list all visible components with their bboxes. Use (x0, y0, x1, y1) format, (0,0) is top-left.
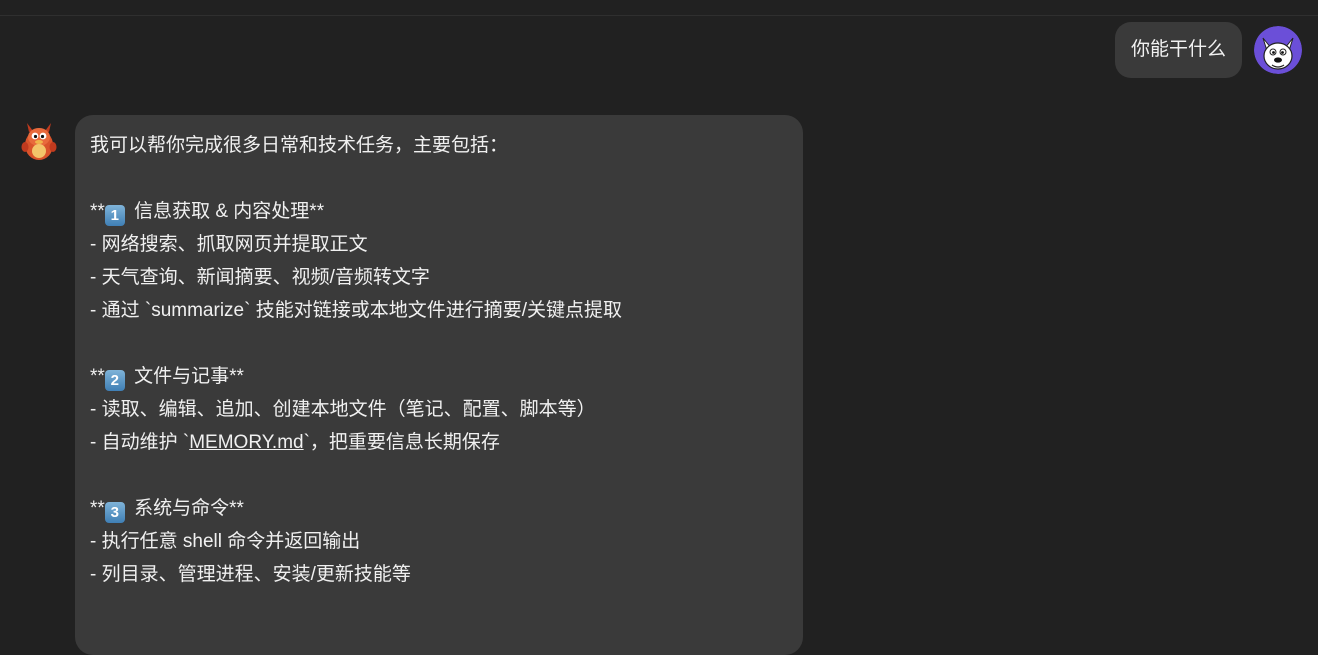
user-message-bubble: 你能干什么 (1114, 22, 1242, 78)
memory-line-after: `，把重要信息长期保存 (303, 432, 500, 453)
section-3-item: - 列目录、管理进程、安装/更新技能等 (90, 564, 411, 585)
section-1-item: - 网络搜索、抓取网页并提取正文 (90, 234, 368, 255)
section-2-title: 文件与记事** (128, 366, 244, 387)
section-2-memory-item: - 自动维护 `MEMORY.md`，把重要信息长期保存 (90, 426, 788, 459)
section-3-prefix: ** (90, 498, 105, 519)
section-2-item: - 读取、编辑、追加、创建本地文件（笔记、配置、脚本等） (90, 399, 596, 420)
section-1-prefix: ** (90, 201, 105, 222)
assistant-intro: 我可以帮你完成很多日常和技术任务，主要包括： (90, 135, 509, 156)
section-1-item: - 天气查询、新闻摘要、视频/音频转文字 (90, 267, 430, 288)
keycap-3-icon: 3 (104, 502, 125, 523)
mascot-avatar-icon[interactable] (15, 115, 63, 163)
dog-avatar-icon[interactable] (1254, 26, 1302, 74)
section-1-heading: ** 1 信息获取 & 内容处理** (90, 195, 788, 228)
keycap-2-icon: 2 (104, 370, 125, 391)
user-message-row: 你能干什么 (1114, 22, 1302, 78)
keycap-1-icon: 1 (104, 205, 125, 226)
memory-file-link[interactable]: MEMORY.md (189, 432, 303, 453)
section-1-title: 信息获取 & 内容处理** (128, 201, 325, 222)
section-2-prefix: ** (90, 366, 105, 387)
section-3-heading: ** 3 系统与命令** (90, 492, 788, 525)
section-1-item: - 通过 `summarize` 技能对链接或本地文件进行摘要/关键点提取 (90, 300, 623, 321)
user-message-text: 你能干什么 (1130, 39, 1226, 60)
assistant-message-bubble: 我可以帮你完成很多日常和技术任务，主要包括： ** 1 信息获取 & 内容处理**… (75, 115, 803, 655)
top-bar (0, 0, 1318, 16)
section-2-heading: ** 2 文件与记事** (90, 360, 788, 393)
section-3-item: - 执行任意 shell 命令并返回输出 (90, 531, 361, 552)
section-3-title: 系统与命令** (128, 498, 244, 519)
memory-line-before: - 自动维护 ` (90, 432, 190, 453)
